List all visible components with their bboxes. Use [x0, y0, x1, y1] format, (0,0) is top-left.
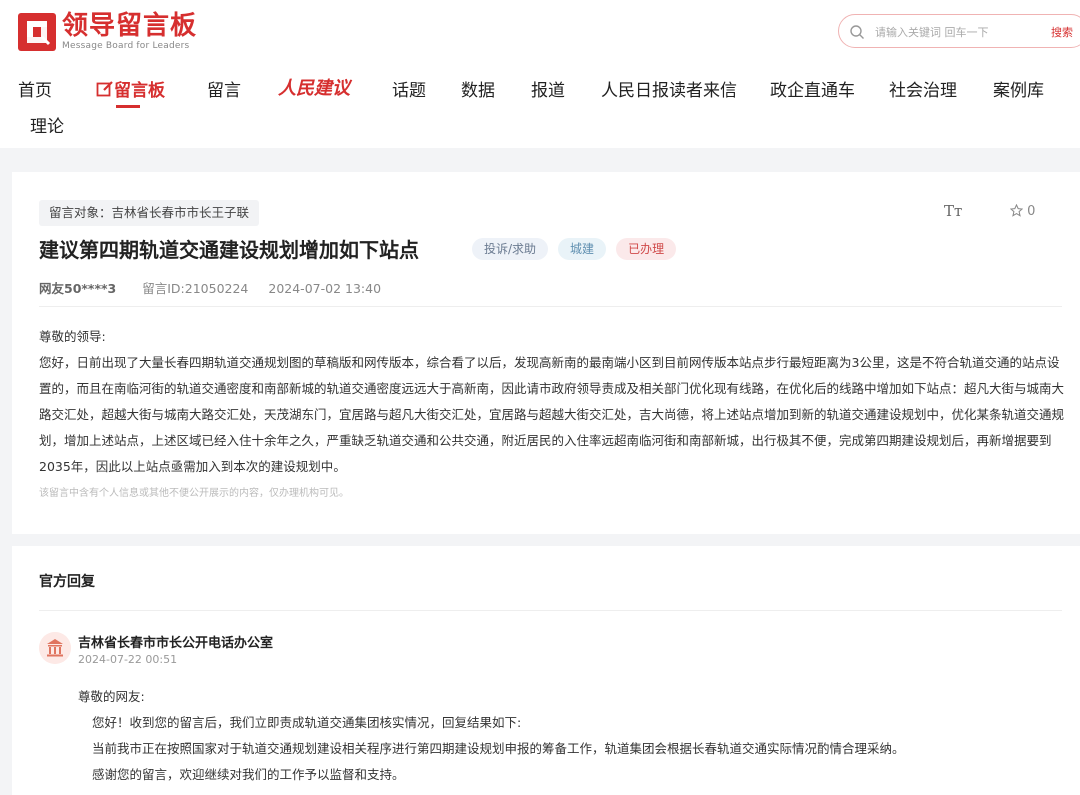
message-content: 尊敬的领导: 您好，日前出现了大量长春四期轨道交通规划图的草稿版和网传版本，综合…	[39, 324, 1064, 480]
message-datetime: 2024-07-02 13:40	[268, 281, 382, 296]
reply-greeting: 尊敬的网友:	[78, 689, 145, 704]
category-tag: 投诉/求助	[472, 238, 549, 260]
reply-org-name: 吉林省长春市市长公开电话办公室	[78, 636, 274, 651]
nav-message-board-label: 留言板	[114, 81, 165, 101]
message-card: 留言对象：吉林省长春市市长王子联 Tт 0 建议第四期轨道交通建设规划增加如下站…	[12, 172, 1080, 534]
nav-topics[interactable]: 话题	[392, 76, 426, 101]
site-header: 领导留言板 Message Board for Leaders 搜索 首页 留言…	[0, 0, 1080, 148]
nav-theory[interactable]: 理论	[30, 112, 64, 137]
favorite-button[interactable]: 0	[1009, 203, 1036, 219]
divider	[39, 306, 1062, 307]
nav-case-library[interactable]: 案例库	[993, 76, 1044, 101]
nav-active-indicator	[116, 105, 140, 108]
message-meta: 网友50****3 留言ID:21050224 2024-07-02 13:40	[39, 278, 381, 297]
privacy-notice: 该留言中含有个人信息或其他不便公开展示的内容，仅办理机构可见。	[39, 488, 349, 499]
government-building-icon	[39, 632, 71, 664]
divider	[39, 610, 1062, 611]
logo-mark-icon	[18, 13, 56, 51]
favorite-count: 0	[1027, 204, 1036, 219]
official-reply-card: 官方回复 吉林省长春市市长公开电话办公室 2024-07-22 00:51 尊敬…	[12, 546, 1080, 795]
logo-title: 领导留言板	[62, 11, 198, 41]
reply-heading: 官方回复	[39, 574, 95, 590]
reply-line: 感谢您的留言，欢迎继续对我们的工作予以监督和支持。	[92, 767, 405, 782]
search-input[interactable]	[875, 22, 1035, 42]
logo-subtitle: Message Board for Leaders	[62, 41, 190, 51]
reply-line: 您好！收到您的留言后，我们立即责成轨道交通集团核实情况，回复结果如下:	[92, 715, 522, 730]
nav-data[interactable]: 数据	[461, 76, 495, 101]
message-target: 留言对象：吉林省长春市市长王子联	[39, 200, 260, 226]
nav-message-board[interactable]: 留言板	[96, 76, 165, 101]
message-body: 您好，日前出现了大量长春四期轨道交通规划图的草稿版和网传版本，综合看了以后，发现…	[39, 355, 1065, 474]
field-tag: 城建	[558, 238, 607, 260]
reply-datetime: 2024-07-22 00:51	[78, 653, 178, 666]
search-box: 搜索	[838, 14, 1080, 48]
message-title: 建议第四期轨道交通建设规划增加如下站点	[39, 238, 419, 262]
edit-icon	[96, 81, 113, 97]
message-greeting: 尊敬的领导:	[39, 329, 106, 344]
site-logo[interactable]: 领导留言板 Message Board for Leaders	[18, 12, 197, 52]
author-name[interactable]: 网友50****3	[39, 281, 116, 296]
reply-line: 当前我市正在按照国家对于轨道交通规划建设相关程序进行第四期建设规划申报的筹备工作…	[92, 741, 905, 756]
search-icon	[850, 25, 864, 39]
message-tags: 投诉/求助 城建 已办理	[472, 238, 677, 260]
nav-reports[interactable]: 报道	[531, 76, 565, 101]
nav-social-governance[interactable]: 社会治理	[889, 76, 957, 101]
status-badge: 已办理	[616, 238, 677, 260]
nav-gov-enterprise[interactable]: 政企直通车	[770, 76, 855, 101]
message-id: 留言ID:21050224	[142, 281, 249, 296]
reply-content: 尊敬的网友: 您好！收到您的留言后，我们立即责成轨道交通集团核实情况，回复结果如…	[78, 684, 1058, 788]
nav-people-suggestion[interactable]: 人民建议	[278, 74, 350, 100]
search-button[interactable]: 搜索	[1051, 24, 1073, 40]
nav-home[interactable]: 首页	[18, 76, 52, 101]
nav-readers-letters[interactable]: 人民日报读者来信	[601, 76, 737, 101]
star-icon	[1009, 203, 1024, 217]
font-size-button[interactable]: Tт	[944, 202, 962, 220]
nav-message[interactable]: 留言	[207, 76, 241, 101]
